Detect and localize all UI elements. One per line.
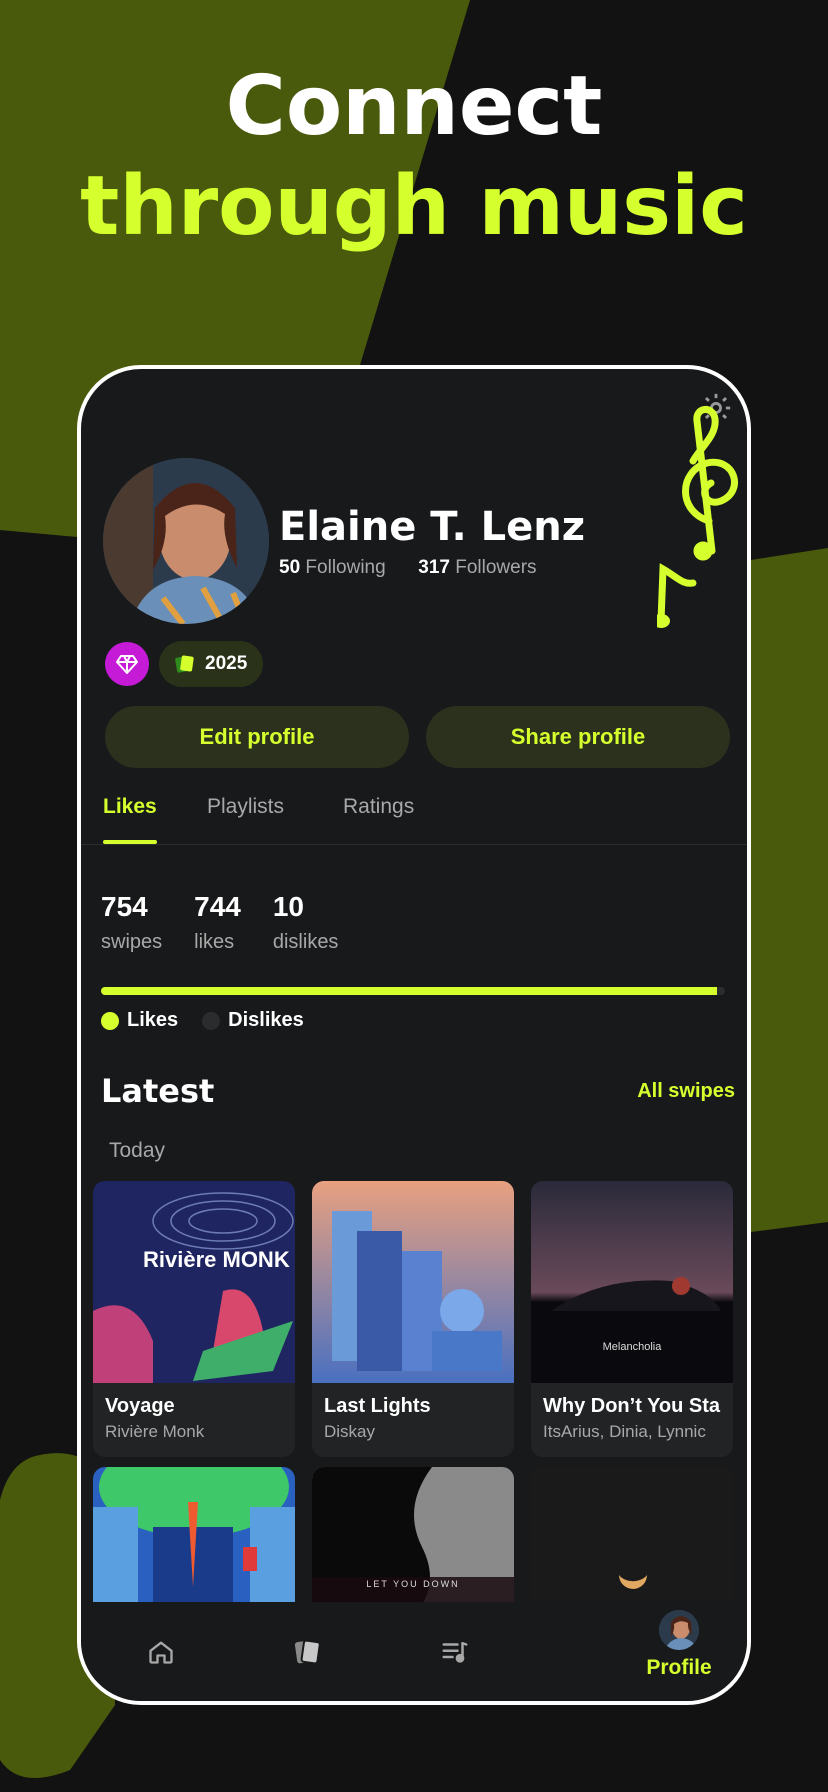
all-swipes-link[interactable]: All swipes	[637, 1080, 735, 1103]
headline-line-2: through music	[80, 159, 748, 255]
song-title: Why Don’t You Sta	[543, 1395, 721, 1417]
year-badge[interactable]: 2025	[159, 641, 264, 687]
album-art	[531, 1467, 733, 1617]
cards-icon	[294, 1639, 321, 1665]
album-art-text: Rivière MONK	[143, 1247, 290, 1272]
song-title: Last Lights	[324, 1395, 431, 1417]
nav-profile[interactable]: Profile	[629, 1610, 729, 1680]
likes-ratio-bar	[101, 987, 725, 995]
active-tab-indicator	[103, 840, 157, 844]
promo-headline: Connect through music	[0, 59, 828, 255]
song-artist: ItsArius, Dinia, Lynnic	[543, 1422, 706, 1441]
stat-swipes: 754 swipes	[101, 891, 162, 954]
following-count: 50	[279, 557, 301, 578]
stat-value: 744	[194, 891, 241, 922]
song-artist: Rivière Monk	[105, 1422, 205, 1441]
following-label: Following	[305, 557, 386, 578]
tab-likes[interactable]: Likes	[103, 795, 157, 819]
profile-tabs: Likes Playlists Ratings	[81, 795, 747, 845]
nav-cards[interactable]	[278, 1622, 338, 1682]
home-icon	[149, 1641, 173, 1664]
stat-likes: 744 likes	[194, 891, 241, 954]
profile-avatar[interactable]	[103, 458, 269, 624]
bottom-navigation: Profile	[81, 1602, 747, 1701]
song-card[interactable]: LET YOU DOWN	[312, 1467, 514, 1617]
swipe-stats: 754 swipes 744 likes 10 dislikes	[101, 891, 338, 954]
stat-label: swipes	[101, 931, 163, 953]
dislikes-dot	[202, 1011, 221, 1030]
music-note-decoration-icon	[657, 406, 738, 628]
followers-count: 317	[418, 557, 450, 578]
share-profile-button[interactable]: Share profile	[426, 706, 730, 768]
nav-profile-label: Profile	[646, 1656, 712, 1679]
premium-badge[interactable]	[105, 642, 149, 686]
nav-playlists[interactable]	[425, 1622, 485, 1682]
album-art-text: Melancholia	[602, 1341, 662, 1353]
legend-dislikes-label: Dislikes	[228, 1009, 304, 1031]
stat-value: 754	[101, 891, 148, 922]
likes-dot	[101, 1011, 119, 1030]
tab-ratings[interactable]: Ratings	[343, 795, 414, 819]
follow-stats[interactable]: 50 Following 317 Followers	[279, 557, 537, 579]
ratio-legend: Likes Dislikes	[101, 1009, 304, 1032]
stat-label: dislikes	[272, 931, 339, 953]
legend-dislikes: Dislikes	[202, 1009, 304, 1032]
year-badge-label: 2025	[205, 653, 248, 674]
latest-heading: Latest	[101, 1072, 215, 1110]
headline-line-1: Connect	[225, 59, 603, 154]
followers-label: Followers	[455, 557, 537, 578]
album-art: Melancholia	[531, 1181, 733, 1383]
album-art	[312, 1181, 514, 1383]
date-group-label: Today	[109, 1139, 166, 1162]
album-art: LET YOU DOWN	[312, 1467, 514, 1617]
nav-avatar	[659, 1610, 699, 1650]
stat-value: 10	[272, 891, 305, 922]
nav-home[interactable]	[131, 1622, 191, 1682]
legend-likes: Likes	[101, 1009, 178, 1032]
song-card[interactable]: Rivière MONK Voyage Rivière Monk	[93, 1181, 295, 1457]
song-card[interactable]: Last Lights Diskay	[312, 1181, 514, 1457]
legend-likes-label: Likes	[127, 1009, 179, 1031]
cards-badge-icon	[175, 655, 194, 673]
album-art-text: LET YOU DOWN	[366, 1579, 460, 1589]
edit-profile-button[interactable]: Edit profile	[105, 706, 409, 768]
playlist-icon	[442, 1642, 468, 1663]
stat-dislikes: 10 dislikes	[273, 891, 339, 954]
profile-name: Elaine T. Lenz	[279, 504, 585, 550]
diamond-icon	[116, 655, 138, 674]
tab-playlists[interactable]: Playlists	[207, 795, 284, 819]
phone-frame: Elaine T. Lenz 50 Following 317 Follower…	[77, 365, 751, 1705]
song-card[interactable]	[93, 1467, 295, 1617]
song-card[interactable]: Melancholia Why Don’t You Sta ItsArius, …	[531, 1181, 733, 1457]
album-art	[93, 1467, 295, 1617]
stat-label: likes	[194, 931, 235, 953]
album-art: Rivière MONK	[93, 1181, 295, 1383]
song-card[interactable]	[531, 1467, 733, 1617]
song-artist: Diskay	[324, 1422, 376, 1441]
song-title: Voyage	[105, 1395, 175, 1417]
